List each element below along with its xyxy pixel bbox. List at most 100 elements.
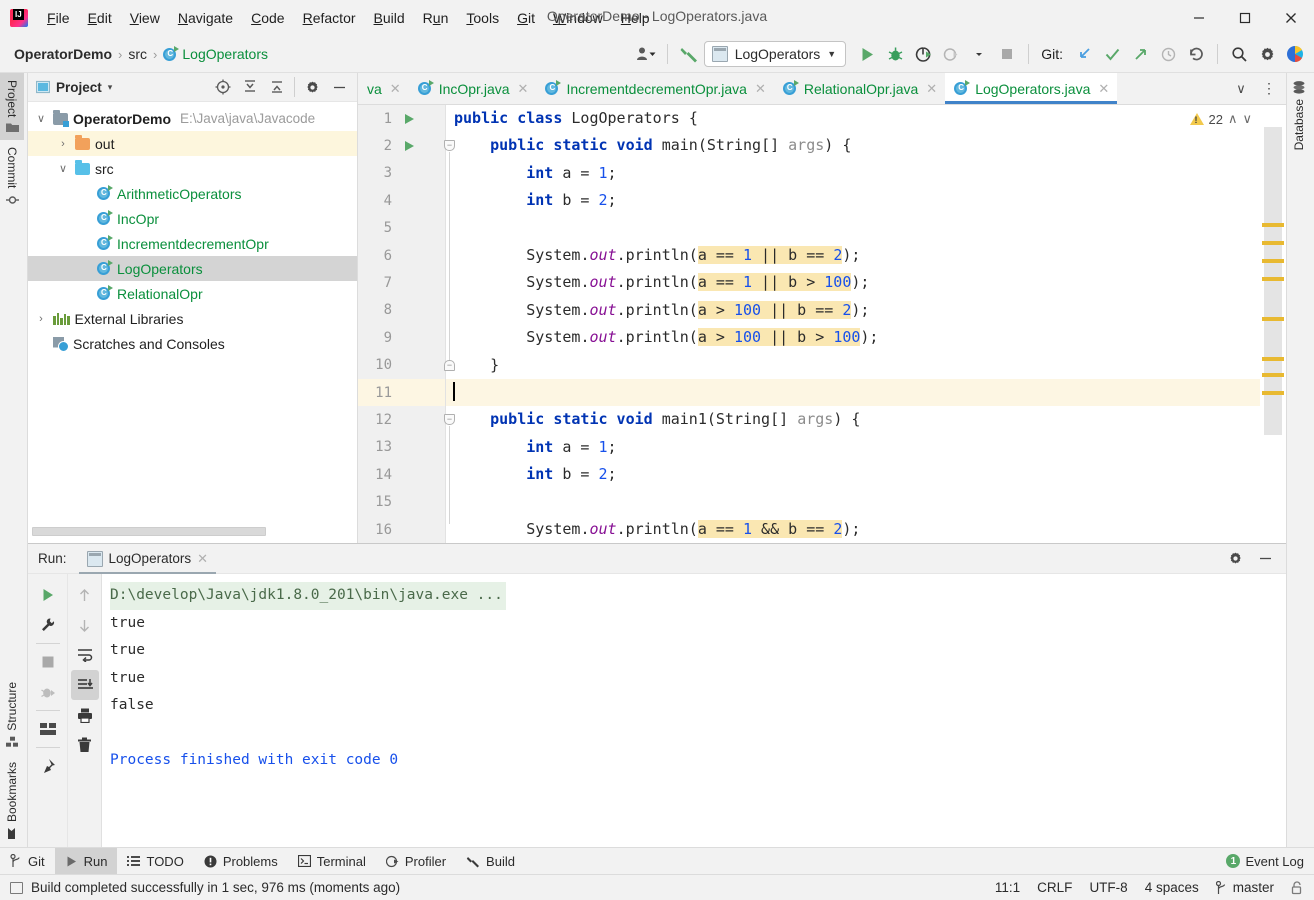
select-opened-file-icon[interactable] [210,74,236,100]
scrollbar-thumb[interactable] [32,527,266,536]
code-line[interactable]: System.out.println(a == 1 && b == 2); [446,516,1286,543]
breadcrumb-item-operatordemo[interactable]: OperatorDemo [14,46,112,62]
code-line[interactable]: int b = 2; [446,461,1286,488]
gutter-line[interactable]: 13 [358,434,446,461]
bottom-bar-todo[interactable]: TODO [117,848,193,875]
run-tab-logoperators[interactable]: LogOperators ✕ [78,544,217,574]
gutter-line[interactable]: 5 [358,215,446,242]
code-line[interactable] [446,378,1286,407]
close-icon[interactable]: ✕ [390,81,401,97]
menu-window[interactable]: Window [544,6,612,30]
code-line[interactable]: } [446,352,1286,379]
scroll-to-end-icon[interactable] [70,670,99,700]
tree-node-arithmeticoperators[interactable]: ArithmeticOperators [28,181,357,206]
chevron-down-icon[interactable]: ▼ [827,49,836,59]
sidebar-item-structure[interactable]: Structure [0,675,24,755]
menu-navigate[interactable]: Navigate [169,6,242,30]
bottom-bar-build[interactable]: Build [456,848,525,875]
gutter-line[interactable]: 6 [358,242,446,269]
pin-tab-icon[interactable] [34,751,62,781]
sidebar-item-commit[interactable]: Commit [0,140,24,212]
tree-node-src[interactable]: ∨ src [28,156,357,181]
code-line[interactable]: System.out.println(a > 100 || b > 100); [446,324,1286,351]
menu-git[interactable]: Git [508,6,544,30]
gutter-line[interactable]: 1 [358,105,446,132]
gutter-line[interactable]: 16 [358,516,446,543]
code-line[interactable]: int a = 1; [446,434,1286,461]
menu-refactor[interactable]: Refactor [294,6,365,30]
code-line[interactable]: System.out.println(a > 100 || b == 2); [446,297,1286,324]
console-output[interactable]: D:\develop\Java\jdk1.8.0_201\bin\java.ex… [102,574,1286,848]
close-icon[interactable]: ✕ [197,551,208,567]
editor-tab-incrementdecrementopr-java[interactable]: IncrementdecrementOpr.java ✕ [536,73,773,104]
git-rollback-icon[interactable] [1183,41,1209,67]
warning-marker[interactable] [1262,317,1284,321]
editor-tab-incopr-java[interactable]: IncOpr.java ✕ [409,73,537,104]
warning-marker[interactable] [1262,259,1284,263]
bottom-bar-git[interactable]: Git [0,848,55,875]
gutter-line[interactable]: 2 [358,132,446,159]
edit-configuration-button[interactable] [34,610,62,640]
tree-node-relationalopr[interactable]: RelationalOpr [28,281,357,306]
warning-marker[interactable] [1262,357,1284,361]
tab-options-icon[interactable]: ⋮ [1256,76,1282,102]
gutter-line[interactable]: 12 [358,406,446,433]
build-hammer-icon[interactable] [676,41,702,67]
file-encoding[interactable]: UTF-8 [1089,880,1127,895]
scrollbar-thumb[interactable] [1264,127,1282,435]
gutter-line[interactable]: 3 [358,160,446,187]
tree-node-logoperators[interactable]: LogOperators [28,256,357,281]
tree-node-out[interactable]: › out [28,131,357,156]
close-icon[interactable]: ✕ [926,81,937,97]
gutter-line[interactable]: 10 [358,352,446,379]
project-tree[interactable]: ∨ OperatorDemo E:\Java\java\Javacode › out ∨ s… [28,102,357,356]
gutter-line[interactable]: 7 [358,269,446,296]
code-line[interactable]: public class LogOperators { [446,105,1286,132]
bottom-bar-profiler[interactable]: Profiler [376,848,456,875]
sidebar-item-bookmarks[interactable]: Bookmarks [0,755,24,847]
menu-view[interactable]: View [121,6,169,30]
chevron-right-icon[interactable]: › [34,313,48,325]
collapse-all-icon[interactable] [264,74,290,100]
settings-gear-icon[interactable] [1222,546,1248,572]
ide-feature-icon[interactable] [1282,41,1308,67]
git-commit-icon[interactable] [1099,41,1125,67]
menu-build[interactable]: Build [365,6,414,30]
read-only-toggle-icon[interactable] [1291,880,1304,895]
warning-marker[interactable] [1262,373,1284,377]
status-message-area[interactable]: Build completed successfully in 1 sec, 9… [0,880,400,895]
git-update-icon[interactable] [1071,41,1097,67]
chevron-down-icon[interactable]: ▾ [108,82,113,93]
tree-node-scratches-and-consoles[interactable]: Scratches and Consoles [28,331,357,356]
code-line[interactable]: public static void main1(String[] args) … [446,406,1286,433]
breadcrumb-item-logoperators[interactable]: LogOperators [163,45,268,62]
bottom-bar-terminal[interactable]: Terminal [288,848,376,875]
gutter-line[interactable]: 14 [358,461,446,488]
code-line[interactable]: System.out.println(a == 1 || b > 100); [446,269,1286,296]
print-icon[interactable] [71,700,99,730]
editor-tab-va[interactable]: va ✕ [358,73,409,104]
gutter-line[interactable]: 11 [358,379,446,407]
gutter-line[interactable]: 15 [358,489,446,516]
expand-all-icon[interactable] [237,74,263,100]
breadcrumb-item-src[interactable]: src [128,46,147,62]
soft-wrap-icon[interactable] [71,640,99,670]
menu-help[interactable]: Help [612,6,659,30]
code-line[interactable]: System.out.println(a == 1 || b == 2); [446,242,1286,269]
run-with-coverage-icon[interactable] [910,41,936,67]
debug-button[interactable] [34,677,62,707]
window-controls[interactable] [1176,0,1314,36]
project-horizontal-scrollbar[interactable] [28,526,358,537]
chevron-right-icon[interactable]: › [56,138,70,150]
close-button[interactable] [1268,0,1314,36]
menu-run[interactable]: Run [414,6,458,30]
git-push-icon[interactable] [1127,41,1153,67]
chevron-down-icon[interactable] [966,41,992,67]
maximize-button[interactable] [1222,0,1268,36]
editor-vertical-scrollbar[interactable] [1260,105,1286,543]
git-branch-widget[interactable]: master [1215,880,1274,895]
warning-marker[interactable] [1262,223,1284,227]
next-problem-icon[interactable]: ∨ [1242,111,1252,127]
menu-file[interactable]: File [38,6,79,30]
inspection-status[interactable]: 22 ∧ ∨ [1189,111,1252,127]
